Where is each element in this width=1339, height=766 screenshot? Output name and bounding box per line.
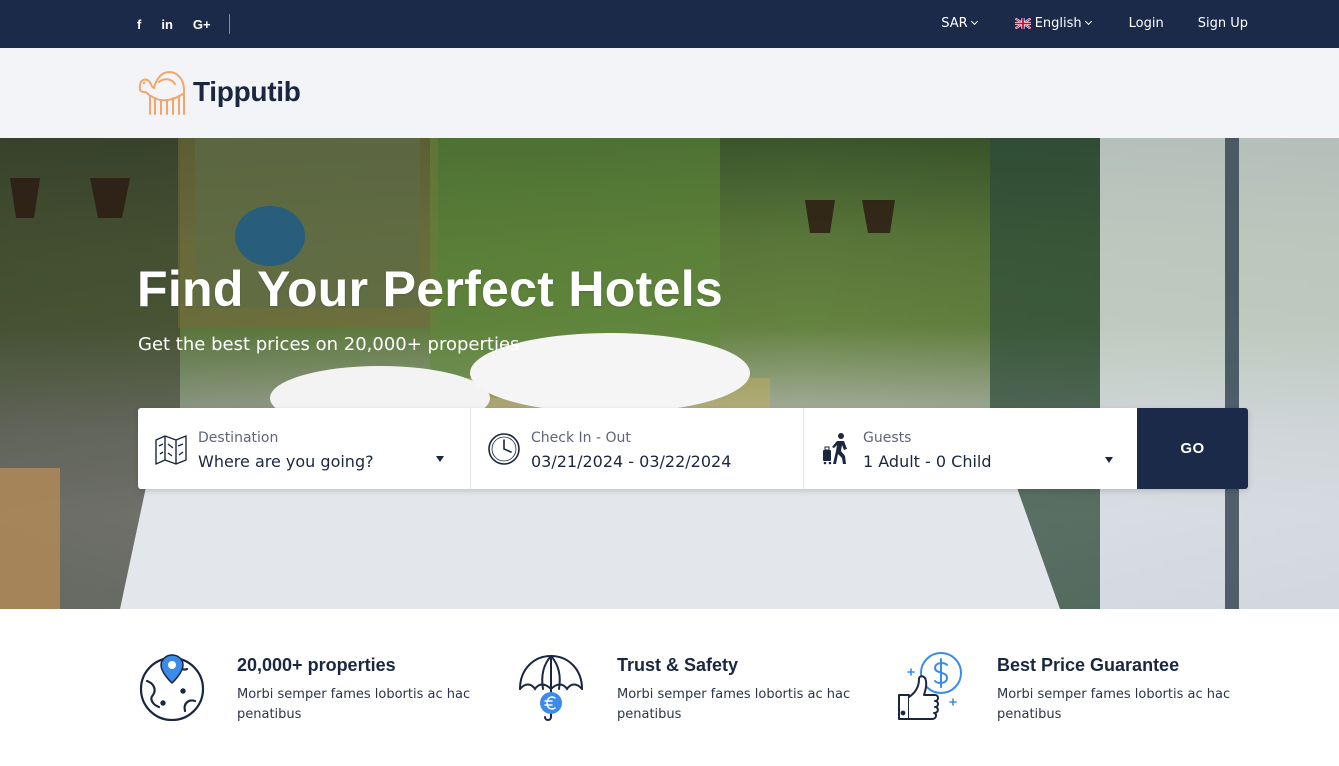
guests-value: 1 Adult - 0 Child [863,452,992,471]
chevron-down-icon [1084,17,1092,26]
logo[interactable]: Tipputib [137,66,301,118]
feature-properties: 20,000+ properties Morbi semper fames lo… [137,651,477,731]
feature-best-price: Best Price Guarantee Morbi semper fames … [897,651,1237,731]
dates-label: Check In - Out [531,430,631,446]
social-divider [228,14,230,34]
feature-title: Best Price Guarantee [997,655,1180,675]
feature-title: 20,000+ properties [237,655,396,675]
feature-trust-safety: Trust & Safety Morbi semper fames lobort… [517,651,857,731]
hotel-search-form: Destination Where are you going? Check I… [138,408,1248,489]
site-header: Tipputib [0,48,1339,138]
feature-text: Morbi semper fames lobortis ac hac penat… [997,687,1231,722]
thumbs-up-dollar-icon [898,652,962,720]
currency-selector[interactable]: SAR [941,15,978,31]
top-right-menu: SAR English Login Sign Up [941,0,1248,46]
hero-title: Find Your Perfect Hotels [137,261,724,317]
language-selector[interactable]: English [1014,15,1092,31]
language-label: English [1034,15,1082,31]
features-section: 20,000+ properties Morbi semper fames lo… [0,609,1339,766]
feature-text: Morbi semper fames lobortis ac hac penat… [617,687,851,722]
umbrella-euro-icon [519,654,583,721]
linkedin-icon[interactable]: in [161,17,173,32]
destination-label: Destination [198,430,279,446]
currency-label: SAR [941,15,968,31]
top-bar: f in G+ SAR English Login Sign Up [0,0,1339,48]
checkin-checkout-field[interactable]: Check In - Out 03/21/2024 - 03/22/2024 [471,408,804,489]
feature-title: Trust & Safety [617,655,739,675]
clock-icon [488,433,520,465]
hero-banner: Find Your Perfect Hotels Get the best pr… [0,138,1339,609]
chevron-down-icon [970,17,978,26]
camel-logo-icon [138,71,185,115]
google-plus-icon[interactable]: G+ [193,17,211,32]
destination-value: Where are you going? [198,452,374,471]
destination-field[interactable]: Destination Where are you going? [138,408,471,489]
uk-flag-icon [1014,17,1031,29]
facebook-icon[interactable]: f [137,17,141,32]
globe-pin-icon [139,654,205,721]
signup-link[interactable]: Sign Up [1198,16,1248,31]
feature-text: Morbi semper fames lobortis ac hac penat… [237,687,471,722]
guests-label: Guests [863,430,912,446]
dropdown-caret-icon [436,456,444,462]
dates-value: 03/21/2024 - 03/22/2024 [531,452,732,471]
hotel-room-photo [0,138,1339,609]
login-link[interactable]: Login [1129,16,1164,31]
guests-field[interactable]: Guests 1 Adult - 0 Child [804,408,1137,489]
social-links: f in G+ [137,0,230,48]
go-button[interactable]: GO [1137,408,1248,489]
logo-text: Tipputib [193,76,301,107]
hero-subtitle: Get the best prices on 20,000+ propertie… [138,334,520,355]
traveler-icon [823,433,847,465]
map-icon [155,435,187,465]
dropdown-caret-icon [1105,457,1113,463]
